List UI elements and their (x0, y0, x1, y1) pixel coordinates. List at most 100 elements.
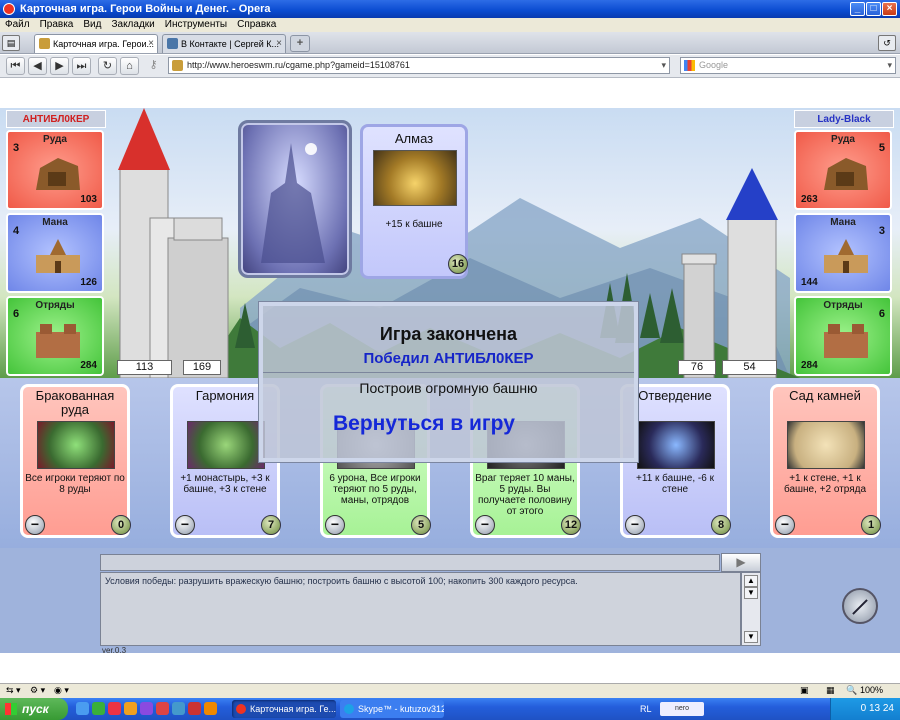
right-ore-panel: Руда 5 263 (794, 130, 892, 210)
new-tab-button[interactable]: + (290, 35, 310, 52)
menu-help[interactable]: Справка (232, 18, 281, 32)
settings-icon[interactable]: ◉ ▾ (54, 684, 69, 697)
game-board: АНТИБЛ0КЕР Руда 3 103 Мана 4 126 Отряды … (0, 108, 900, 655)
tab-favicon (39, 38, 50, 49)
desktop-icon[interactable] (76, 702, 89, 715)
url-input[interactable]: http://www.heroeswm.ru/cgame.php?gameid=… (168, 57, 670, 74)
sound-mute-icon[interactable] (842, 588, 878, 624)
monastery-icon (824, 239, 868, 273)
menu-edit[interactable]: Правка (35, 18, 79, 32)
panel-toggle-icon[interactable]: ▤ (2, 35, 20, 51)
right-mana-panel: Мана 3 144 (794, 213, 892, 293)
nero-search-icon[interactable]: nero (660, 702, 704, 716)
discard-button[interactable]: − (25, 515, 45, 535)
opera-quick-icon[interactable] (108, 702, 121, 715)
card-art (787, 421, 865, 469)
view-icon[interactable]: ⇆ ▾ (6, 684, 21, 697)
search-dropdown-icon[interactable]: ▾ (887, 58, 892, 73)
tab-bar: ▤ Карточная игра. Герои... × В Контакте … (0, 32, 900, 54)
right-castle (681, 168, 778, 378)
app-icon[interactable] (172, 702, 185, 715)
dialog-divider (263, 372, 634, 373)
image-icon[interactable]: ▦ (826, 684, 835, 697)
win-reason: Построив огромную башню (359, 380, 538, 396)
home-icon[interactable]: ⌂ (120, 57, 139, 75)
scroll-down-small-icon[interactable]: ▼ (744, 587, 758, 599)
scroll-down-icon[interactable]: ▼ (744, 631, 758, 643)
discard-button[interactable]: − (175, 515, 195, 535)
panel-icon[interactable]: ▣ (800, 684, 809, 697)
key-icon[interactable]: ⚷ (144, 57, 163, 75)
quicklaunch-icon[interactable] (92, 702, 105, 715)
tab-vkontakte[interactable]: В Контакте | Сергей К... × (162, 34, 286, 53)
system-tray: 0 13 24 (830, 698, 900, 720)
right-wall-height: 76 (678, 360, 716, 375)
media-icon[interactable] (124, 702, 137, 715)
zoom-level[interactable]: 100% (860, 684, 883, 697)
search-input[interactable]: Google ▾ (680, 57, 896, 74)
task-label: Skype™ - kutuzov312 (358, 704, 444, 714)
start-button[interactable]: пуск (0, 698, 68, 720)
discard-button[interactable]: − (325, 515, 345, 535)
played-card: Алмаз +15 к башне 16 (360, 124, 468, 279)
clock: 0 13 24 (860, 703, 894, 714)
google-icon (684, 60, 695, 71)
window-title: Карточная игра. Герои Войны и Денег. - O… (20, 3, 271, 15)
forward-icon[interactable]: ▶ (50, 57, 69, 75)
app-icon[interactable] (204, 702, 217, 715)
reload-icon[interactable]: ↻ (98, 57, 117, 75)
scroll-up-icon[interactable]: ▲ (744, 575, 758, 587)
fast-forward-icon[interactable]: ⏭ (72, 57, 91, 75)
card-art (37, 421, 115, 469)
resource-label: Отряды (35, 300, 75, 311)
menu-file[interactable]: Файл (0, 18, 35, 32)
app-icon[interactable] (156, 702, 169, 715)
game-log-area: ▶ Условия победы: разрушить вражескую ба… (0, 548, 900, 655)
card-description: 6 урона, Все игроки теряют по 5 руды, ма… (329, 473, 421, 506)
menu-bookmarks[interactable]: Закладки (106, 18, 159, 32)
left-player-name: АНТИБЛ0КЕР (6, 110, 106, 128)
maximize-button[interactable]: □ (866, 2, 881, 16)
trash-icon[interactable]: ↺ (878, 35, 896, 51)
left-ore-panel: Руда 3 103 (6, 130, 104, 210)
resource-label: Руда (831, 134, 855, 145)
tab-close-icon[interactable]: × (148, 35, 154, 53)
task-skype[interactable]: Skype™ - kutuzov312 (340, 700, 444, 718)
hand-card[interactable]: Бракованная руда Все игроки теряют по 8 … (20, 384, 131, 538)
chat-input[interactable] (100, 554, 720, 571)
tab-card-game[interactable]: Карточная игра. Герои... × (34, 34, 158, 53)
language-indicator[interactable]: RL (640, 698, 652, 720)
discard-button[interactable]: − (775, 515, 795, 535)
diamond-art (373, 150, 457, 206)
close-button[interactable]: × (882, 2, 897, 16)
card-title: Бракованная руда (35, 388, 115, 417)
card-deck[interactable] (238, 120, 352, 278)
tab-label: В Контакте | Сергей К... (181, 39, 280, 49)
url-dropdown-icon[interactable]: ▾ (661, 58, 666, 73)
card-cost: 1 (861, 515, 881, 535)
hand-card[interactable]: Сад камней +1 к стене, +1 к башне, +2 от… (770, 384, 881, 538)
rewind-icon[interactable]: ⏮ (6, 57, 25, 75)
log-scrollbar[interactable]: ▲ ▼ ▼ (741, 572, 761, 646)
discard-button[interactable]: − (625, 515, 645, 535)
minimize-button[interactable]: _ (850, 2, 865, 16)
app-icon[interactable] (188, 702, 201, 715)
app-icon[interactable] (140, 702, 153, 715)
card-cost: 8 (711, 515, 731, 535)
right-mana-stock: 144 (801, 277, 818, 288)
share-icon[interactable]: ⚙ ▾ (30, 684, 45, 697)
back-icon[interactable]: ◀ (28, 57, 47, 75)
card-description: +1 к стене, +1 к башне, +2 отряда (783, 473, 867, 495)
menu-view[interactable]: Вид (78, 18, 106, 32)
right-tower-height: 54 (722, 360, 777, 375)
game-log: Условия победы: разрушить вражескую башн… (100, 572, 741, 646)
left-troops-production: 6 (13, 308, 20, 320)
return-to-game-button[interactable]: Вернуться в игру (333, 412, 515, 436)
card-art (187, 421, 265, 469)
menu-tools[interactable]: Инструменты (160, 18, 232, 32)
task-opera[interactable]: Карточная игра. Ге... (232, 700, 336, 718)
monastery-icon (36, 239, 80, 273)
discard-button[interactable]: − (475, 515, 495, 535)
send-button[interactable]: ▶ (721, 553, 761, 572)
tab-close-icon[interactable]: × (276, 35, 282, 53)
